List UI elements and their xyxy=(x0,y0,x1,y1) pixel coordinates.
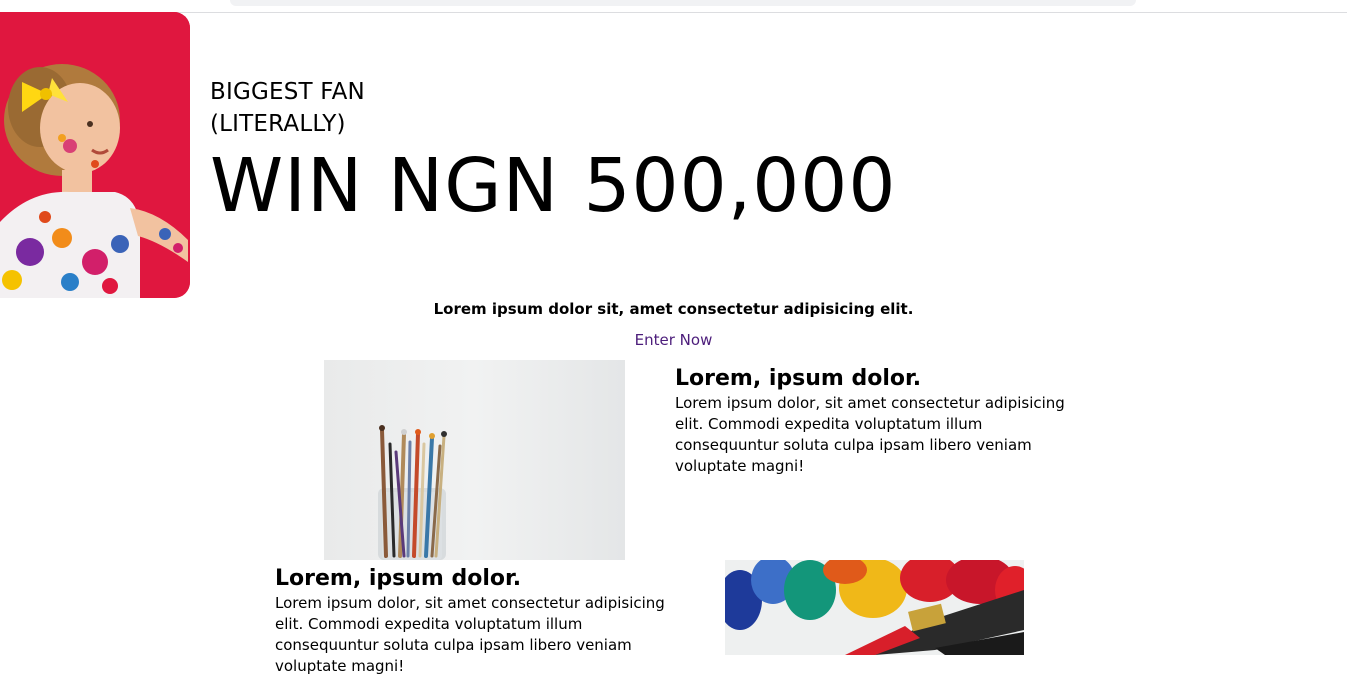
child-with-paint-photo xyxy=(0,12,190,298)
address-bar[interactable] xyxy=(230,0,1136,6)
feature-2: Lorem, ipsum dolor. Lorem ipsum dolor, s… xyxy=(275,565,685,677)
hero-image xyxy=(0,12,190,298)
browser-top-strip xyxy=(0,0,1347,13)
feature-1-body: Lorem ipsum dolor, sit amet consectetur … xyxy=(675,394,1065,475)
hero-text: BIGGEST FAN (LITERALLY) WIN NGN 500,000 xyxy=(210,76,896,232)
feature-image-brushes xyxy=(324,360,625,560)
hero-headline: WIN NGN 500,000 xyxy=(210,143,897,229)
feature-2-body: Lorem ipsum dolor, sit amet consectetur … xyxy=(275,594,665,675)
hero-tagline-line1: BIGGEST FAN xyxy=(210,79,365,105)
feature-1-title: Lorem, ipsum dolor. xyxy=(675,366,922,391)
feature-image-paint xyxy=(725,560,1024,655)
paint-brushes-jar-photo xyxy=(378,425,447,560)
hero-tagline-line2: (LITERALLY) xyxy=(210,111,346,137)
feature-1: Lorem, ipsum dolor. Lorem ipsum dolor, s… xyxy=(675,365,1085,477)
paint-tubes-brush-photo xyxy=(725,560,1024,655)
enter-now-link[interactable]: Enter Now xyxy=(0,331,1347,349)
intro-text: Lorem ipsum dolor sit, amet consectetur … xyxy=(433,300,914,318)
feature-2-title: Lorem, ipsum dolor. xyxy=(275,566,522,591)
